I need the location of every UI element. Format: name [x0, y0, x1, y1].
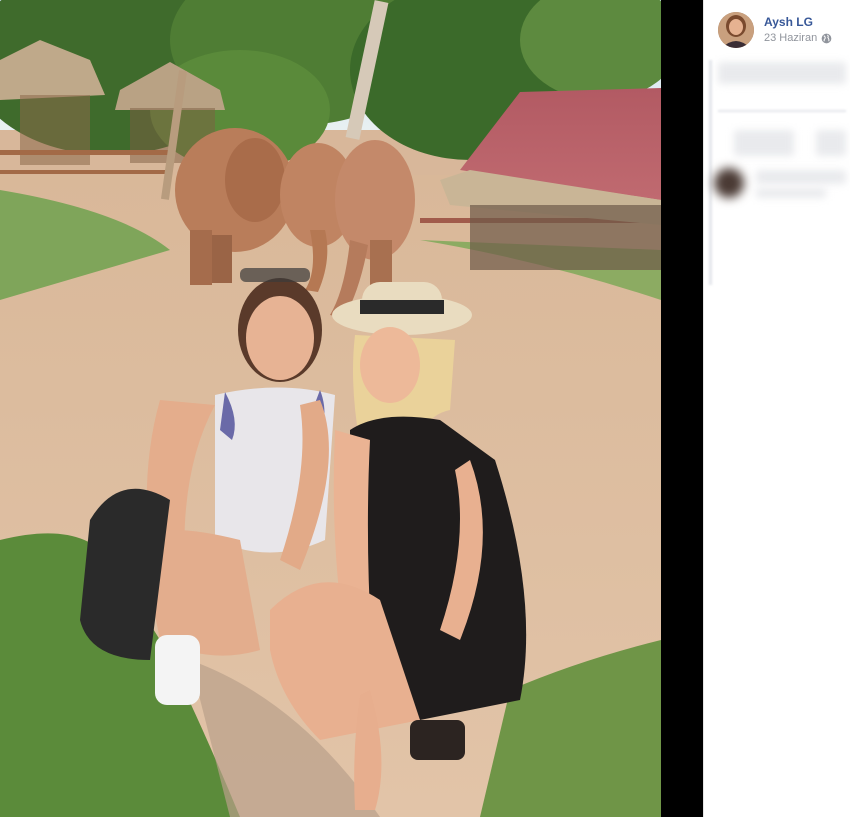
blurred-content [816, 130, 846, 156]
blurred-divider [709, 60, 712, 285]
author-name[interactable]: Aysh LG [764, 15, 832, 30]
blurred-content [718, 62, 846, 84]
post-header: Aysh LG 23 Haziran [718, 10, 832, 50]
blurred-divider [718, 110, 846, 112]
photo-image [0, 0, 661, 817]
blurred-content [756, 188, 826, 198]
blurred-content [734, 130, 794, 156]
photo-divider [661, 0, 703, 817]
blurred-avatar [714, 168, 744, 198]
blurred-content [756, 170, 846, 184]
post-date[interactable]: 23 Haziran [764, 32, 817, 45]
globe-icon[interactable] [821, 33, 832, 44]
avatar-image [718, 12, 754, 48]
avatar[interactable] [718, 12, 754, 48]
post-photo[interactable] [0, 0, 661, 817]
post-side-panel: Aysh LG 23 Haziran [703, 0, 850, 817]
